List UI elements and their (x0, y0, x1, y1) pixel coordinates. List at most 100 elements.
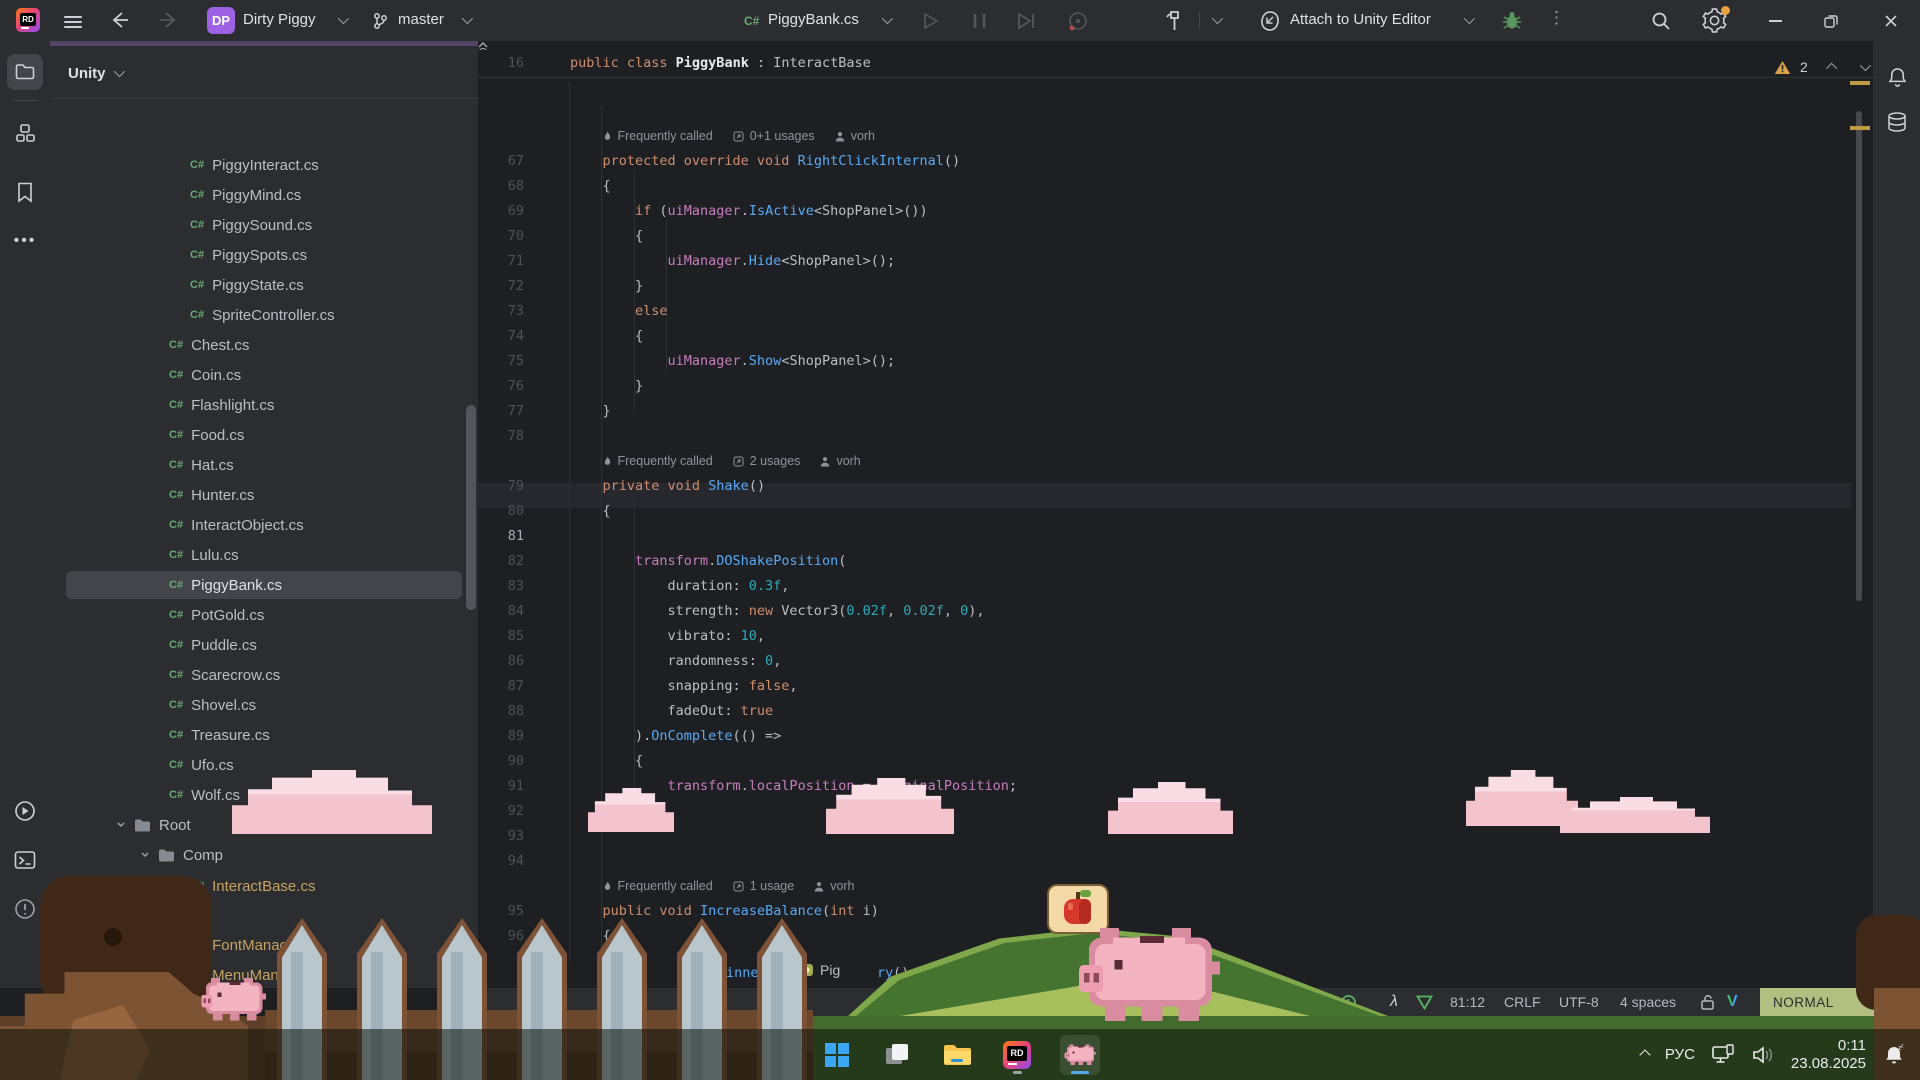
code-line-77[interactable]: } (603, 399, 611, 424)
code-line-95[interactable]: public void IncreaseBalance(int i) (603, 899, 879, 924)
rider-taskbar-button[interactable]: RD (1000, 1035, 1034, 1075)
tree-item-potgold-cs[interactable]: C#PotGold.cs (50, 600, 478, 630)
code-vision-inlay[interactable]: Frequently called1 usagevorh (603, 874, 855, 899)
more-options-button[interactable]: ⋮ (1548, 8, 1565, 28)
terminal-tool-window-button[interactable] (7, 842, 43, 878)
breadcrumb[interactable]: Pig (800, 958, 840, 982)
code-line-88[interactable]: fadeOut: true (668, 699, 774, 724)
editor-scrollbar[interactable] (1856, 111, 1862, 601)
notifications-bell-icon[interactable]: zz (1882, 1043, 1906, 1067)
build-chevron-button[interactable] (1212, 13, 1223, 24)
folder-chevron-icon[interactable] (140, 850, 150, 860)
code-line-occluded[interactable]: (); (893, 961, 917, 986)
tree-item-piggyspots-cs[interactable]: C#PiggySpots.cs (50, 240, 478, 270)
run-config-selector[interactable]: PiggyBank.cs (768, 11, 859, 28)
code-line-67[interactable]: protected override void RightClickIntern… (603, 149, 961, 174)
git-branch-button[interactable]: master (398, 11, 444, 28)
tree-item-interactbase-cs[interactable]: C#InteractBase.cs (50, 871, 478, 901)
tree-item-chest-cs[interactable]: C#Chest.cs (50, 330, 478, 360)
tree-item-menumanager-cs[interactable]: C#MenuManager.cs (50, 960, 478, 990)
tree-item-piggyinteract-cs[interactable]: C#PiggyInteract.cs (50, 150, 478, 180)
code-line-86[interactable]: randomness: 0, (668, 649, 782, 674)
code-line-79[interactable]: private void Shake() (603, 474, 766, 499)
tree-item-lulu-cs[interactable]: C#Lulu.cs (50, 540, 478, 570)
tree-item-piggymind-cs[interactable]: C#PiggyMind.cs (50, 180, 478, 210)
maximize-button[interactable] (1808, 0, 1854, 41)
lock-icon[interactable] (1700, 988, 1715, 1016)
tree-item-shovel-cs[interactable]: C#Shovel.cs (50, 690, 478, 720)
highlighting-level-icon[interactable]: λ (1390, 988, 1398, 1016)
tray-chevron-button[interactable] (1639, 1049, 1650, 1060)
code-line-73[interactable]: else (635, 299, 668, 324)
tree-item-scarecrow-cs[interactable]: C#Scarecrow.cs (50, 660, 478, 690)
start-button[interactable] (820, 1035, 854, 1075)
code-line-96[interactable]: { (603, 924, 611, 949)
code-editor[interactable]: Frequently called0+1 usagesvorh67protect… (478, 41, 1873, 988)
minimize-button[interactable] (1752, 0, 1798, 41)
code-line-68[interactable]: { (603, 174, 611, 199)
code-line-occluded[interactable]: ry (877, 961, 893, 986)
tree-item-interactobject-cs[interactable]: C#InteractObject.cs (50, 510, 478, 540)
search-icon[interactable] (1650, 10, 1672, 32)
forward-arrow-button[interactable] (158, 11, 180, 29)
inspections-triangle-icon[interactable] (1416, 988, 1433, 1016)
tree-item-spritecontroller-cs[interactable]: C#SpriteController.cs (50, 300, 478, 330)
code-line-89[interactable]: ).OnComplete(() => (635, 724, 781, 749)
tray-clock[interactable]: 0:11 23.08.2025 (1791, 1037, 1866, 1073)
main-menu-button[interactable] (64, 13, 82, 31)
code-line-69[interactable]: if (uiManager.IsActive<ShopPanel>()) (635, 199, 928, 224)
tree-item-piggybank-cs[interactable]: C#PiggyBank.cs (50, 570, 478, 600)
project-avatar[interactable]: DP (207, 7, 235, 34)
code-line-74[interactable]: { (635, 324, 643, 349)
code-line-75[interactable]: uiManager.Show<ShopPanel>(); (668, 349, 896, 374)
fold-chevron-icon[interactable] (478, 41, 1873, 48)
tree-item-coin-cs[interactable]: C#Coin.cs (50, 360, 478, 390)
piggy-game-taskbar-button[interactable] (1060, 1035, 1100, 1075)
tree-item-piggystate-cs[interactable]: C#PiggyState.cs (50, 270, 478, 300)
profiler-button[interactable] (1066, 9, 1090, 33)
caret-position[interactable]: 81:12 (1450, 988, 1485, 1016)
tree-item-puddle-cs[interactable]: C#Puddle.cs (50, 630, 478, 660)
tree-item-ufo-cs[interactable]: C#Ufo.cs (50, 750, 478, 780)
run-button[interactable] (920, 11, 940, 31)
ideavim-icon[interactable]: V (1727, 988, 1738, 1016)
code-line-76[interactable]: } (635, 374, 643, 399)
code-line-80[interactable]: { (603, 499, 611, 524)
code-line-82[interactable]: transform.DOShakePosition( (635, 549, 846, 574)
bookmarks-tool-window-button[interactable] (7, 174, 43, 210)
file-explorer-button[interactable] (940, 1035, 974, 1075)
prev-problem-button[interactable] (1826, 63, 1837, 74)
status-green-icon[interactable] (1340, 988, 1357, 1016)
tree-item-flashlight-cs[interactable]: C#Flashlight.cs (50, 390, 478, 420)
back-arrow-button[interactable] (108, 11, 130, 29)
code-line-87[interactable]: snapping: false, (668, 674, 798, 699)
sticky-code-line[interactable]: public class PiggyBank : InteractBase (570, 51, 871, 76)
task-view-button[interactable] (880, 1035, 914, 1075)
code-vision-inlay[interactable]: Frequently called0+1 usagesvorh (603, 124, 876, 149)
tree-item-ui[interactable]: UI (50, 900, 478, 930)
vim-mode-badge[interactable]: NORMAL (1760, 988, 1920, 1016)
debug-bug-button[interactable] (1500, 9, 1524, 33)
folder-chevron-icon[interactable] (116, 820, 126, 830)
line-separator[interactable]: CRLF (1504, 988, 1541, 1016)
inspections-widget[interactable]: 2 (1774, 59, 1868, 75)
code-line-70[interactable]: { (635, 224, 643, 249)
structure-tool-window-button[interactable] (7, 115, 43, 151)
project-tool-window-button[interactable] (7, 54, 43, 90)
code-line-92[interactable]: }); (635, 799, 659, 824)
code-line-91[interactable]: transform.localPosition = originalPositi… (668, 774, 1018, 799)
tree-item-piggysound-cs[interactable]: C#PiggySound.cs (50, 210, 478, 240)
language-indicator[interactable]: РУС (1665, 1046, 1695, 1063)
volume-icon[interactable] (1751, 1044, 1775, 1066)
notifications-tool-window-button[interactable] (1879, 59, 1915, 95)
code-line-83[interactable]: duration: 0.3f, (668, 574, 790, 599)
code-line-90[interactable]: { (635, 749, 643, 774)
attach-to-unity-button[interactable]: Attach to Unity Editor (1290, 11, 1431, 28)
code-line-84[interactable]: strength: new Vector3(0.02f, 0.02f, 0), (668, 599, 985, 624)
database-tool-window-button[interactable] (1879, 105, 1915, 141)
code-line-occluded[interactable]: inner (726, 961, 767, 986)
tree-scrollbar[interactable] (466, 405, 476, 610)
close-button[interactable] (1868, 0, 1914, 41)
more-tool-windows-button[interactable]: ••• (7, 223, 43, 259)
tree-item-comp[interactable]: Comp (50, 840, 478, 870)
